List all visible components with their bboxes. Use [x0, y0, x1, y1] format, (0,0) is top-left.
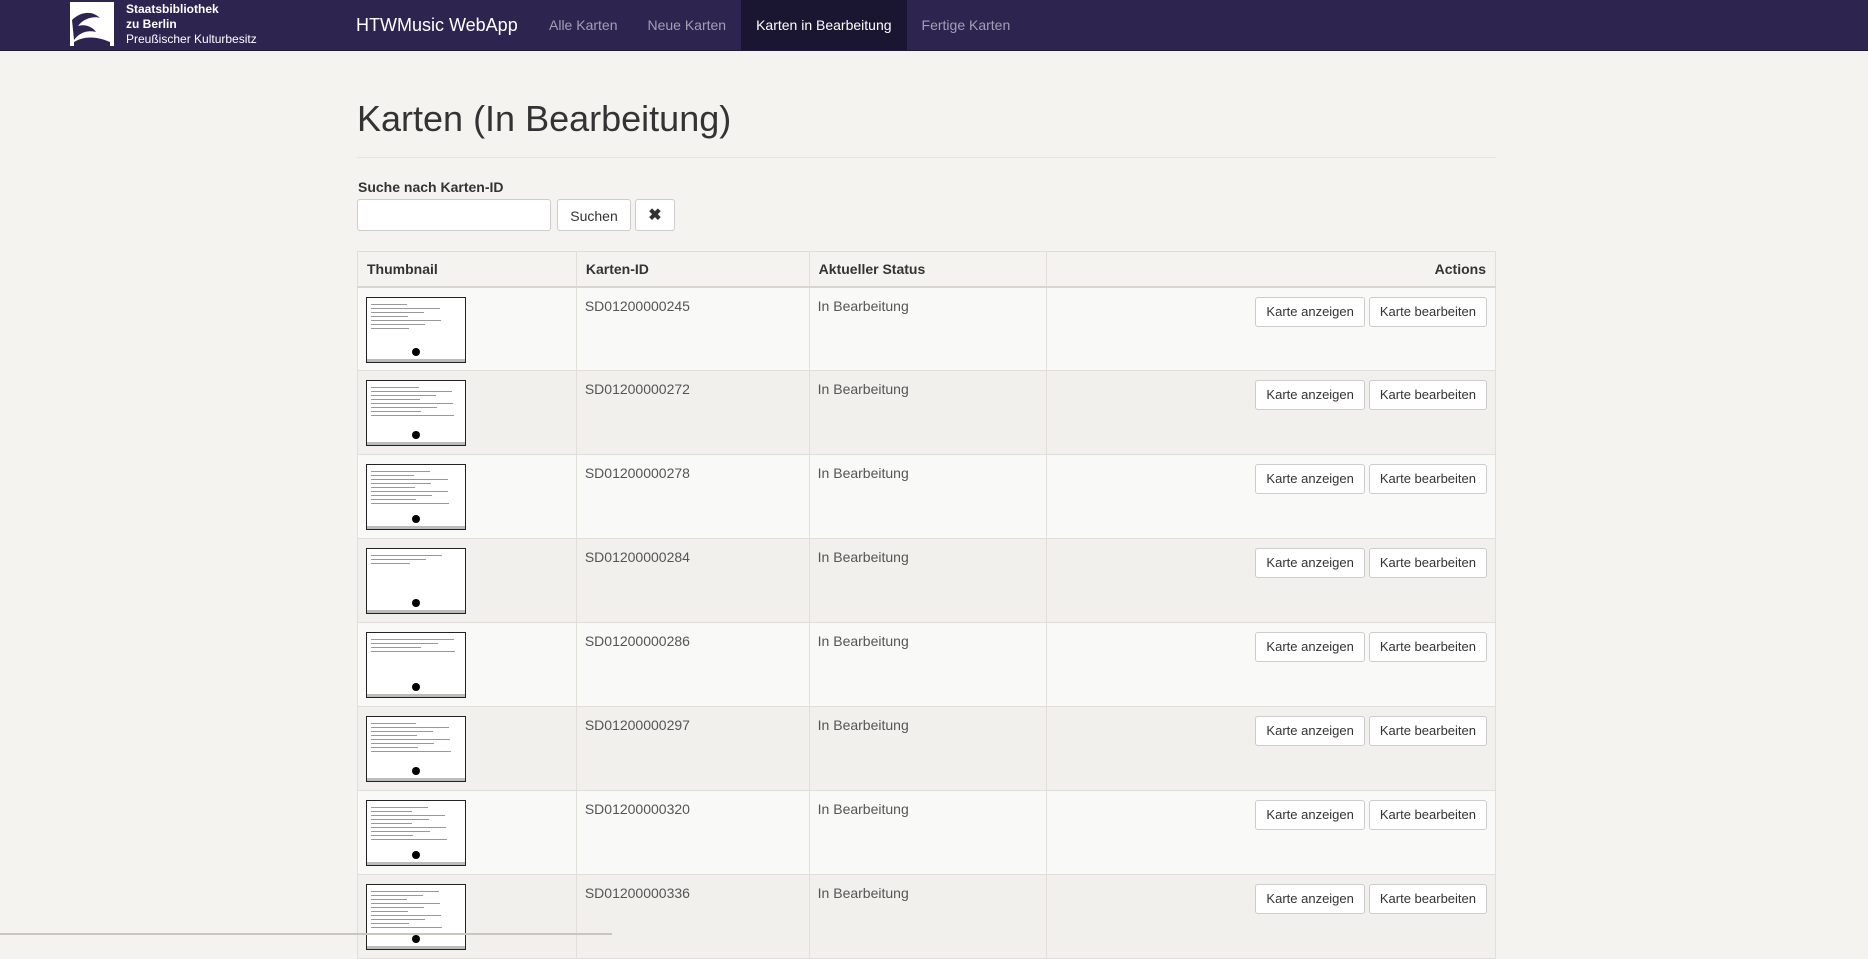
actions-cell: Karte anzeigen Karte bearbeiten	[1046, 286, 1496, 371]
table-row: SD01200000272 In Bearbeitung Karte anzeige…	[357, 370, 1496, 455]
view-card-button[interactable]: Karte anzeigen	[1255, 464, 1365, 494]
nav-item-alle-karten[interactable]: Alle Karten	[534, 0, 632, 50]
thumbnail-cell	[357, 370, 577, 455]
card-thumbnail[interactable]	[366, 548, 466, 614]
eagle-logo-icon	[70, 2, 114, 46]
card-id-cell: SD01200000272	[575, 370, 810, 455]
card-thumbnail[interactable]	[366, 380, 466, 446]
logo-line-3: Preußischer Kulturbesitz	[126, 31, 257, 46]
edit-card-button[interactable]: Karte bearbeiten	[1368, 884, 1487, 914]
view-card-button[interactable]: Karte anzeigen	[1255, 296, 1365, 327]
card-id-cell: SD01200000286	[575, 622, 810, 707]
thumbnail-cell	[357, 538, 577, 623]
card-thumbnail[interactable]	[366, 632, 466, 698]
actions-cell: Karte anzeigen Karte bearbeiten	[1046, 790, 1496, 875]
clear-search-button[interactable]: ✖	[635, 199, 675, 231]
card-status-cell: In Bearbeitung	[808, 370, 1048, 455]
edit-card-button[interactable]: Karte bearbeiten	[1368, 632, 1487, 662]
main-nav: Alle Karten Neue Karten Karten in Bearbe…	[534, 0, 1025, 50]
table-row: SD01200000284 In Bearbeitung Karte anzeige…	[357, 538, 1496, 623]
table-row: SD01200000286 In Bearbeitung Karte anzeige…	[357, 622, 1496, 707]
table-row: SD01200000278 In Bearbeitung Karte anzeige…	[357, 454, 1496, 539]
edit-card-button[interactable]: Karte bearbeiten	[1368, 464, 1487, 494]
card-status-cell: In Bearbeitung	[808, 790, 1048, 875]
search-button[interactable]: Suchen	[557, 199, 631, 231]
thumbnail-cell	[357, 454, 577, 539]
nav-item-neue-karten[interactable]: Neue Karten	[632, 0, 741, 50]
view-card-button[interactable]: Karte anzeigen	[1255, 884, 1365, 914]
card-status-cell: In Bearbeitung	[808, 538, 1048, 623]
thumbnail-cell	[357, 706, 577, 791]
logo-line-1: Staatsbibliothek	[126, 1, 219, 16]
page-title: Karten (In Bearbeitung)	[357, 98, 732, 139]
edit-card-button[interactable]: Karte bearbeiten	[1368, 548, 1487, 578]
table-header-row: Thumbnail Karten-ID Aktueller Status Act…	[357, 251, 1496, 288]
view-card-button[interactable]: Karte anzeigen	[1255, 800, 1365, 830]
thumbnail-cell	[357, 874, 577, 959]
view-card-button[interactable]: Karte anzeigen	[1255, 548, 1365, 578]
card-id-cell: SD01200000297	[575, 706, 810, 791]
thumbnail-cell	[357, 286, 577, 371]
card-thumbnail[interactable]	[366, 296, 466, 363]
logo-text: Staatsbibliothek zu Berlin Preußischer K…	[126, 2, 257, 47]
actions-cell: Karte anzeigen Karte bearbeiten	[1046, 874, 1496, 959]
library-logo[interactable]: Staatsbibliothek zu Berlin Preußischer K…	[70, 1, 272, 47]
card-status-cell: In Bearbeitung	[808, 874, 1048, 959]
brand-link[interactable]: HTWMusic WebApp	[356, 0, 518, 50]
view-card-button[interactable]: Karte anzeigen	[1255, 632, 1365, 662]
cards-table: Thumbnail Karten-ID Aktueller Status Act…	[357, 251, 1496, 959]
edit-card-button[interactable]: Karte bearbeiten	[1368, 716, 1487, 746]
card-thumbnail[interactable]	[366, 716, 466, 782]
header-karten-id: Karten-ID	[575, 251, 810, 288]
edit-card-button[interactable]: Karte bearbeiten	[1368, 800, 1487, 830]
header-thumbnail: Thumbnail	[357, 251, 577, 288]
thumbnail-cell	[357, 790, 577, 875]
header-actions: Actions	[1046, 251, 1496, 288]
card-thumbnail[interactable]	[366, 464, 466, 530]
card-thumbnail[interactable]	[366, 800, 466, 866]
title-divider	[357, 157, 1496, 158]
view-card-button[interactable]: Karte anzeigen	[1255, 716, 1365, 746]
close-icon: ✖	[648, 207, 662, 224]
actions-cell: Karte anzeigen Karte bearbeiten	[1046, 370, 1496, 455]
table-row: SD01200000297 In Bearbeitung Karte anzeige…	[357, 706, 1496, 791]
card-id-cell: SD01200000245	[575, 286, 810, 371]
actions-cell: Karte anzeigen Karte bearbeiten	[1046, 622, 1496, 707]
top-navbar: Staatsbibliothek zu Berlin Preußischer K…	[0, 0, 1868, 51]
card-status-cell: In Bearbeitung	[808, 706, 1048, 791]
edit-card-button[interactable]: Karte bearbeiten	[1368, 296, 1487, 327]
actions-cell: Karte anzeigen Karte bearbeiten	[1046, 538, 1496, 623]
card-id-cell: SD01200000320	[575, 790, 810, 875]
header-status: Aktueller Status	[808, 251, 1048, 288]
search-label: Suche nach Karten-ID	[358, 179, 504, 195]
card-id-cell: SD01200000278	[575, 454, 810, 539]
table-body: SD01200000245 In Bearbeitung Karte anzeige…	[357, 286, 1496, 959]
card-status-cell: In Bearbeitung	[808, 454, 1048, 539]
nav-item-karten-in-bearbeitung[interactable]: Karten in Bearbeitung	[741, 0, 907, 50]
table-row: SD01200000336 In Bearbeitung Karte anzeige…	[357, 874, 1496, 959]
thumbnail-cell	[357, 622, 577, 707]
card-thumbnail[interactable]	[366, 884, 466, 950]
table-row: SD01200000320 In Bearbeitung Karte anzeige…	[357, 790, 1496, 875]
search-input[interactable]	[357, 199, 551, 231]
table-row: SD01200000245 In Bearbeitung Karte anzeige…	[357, 286, 1496, 371]
view-card-button[interactable]: Karte anzeigen	[1255, 380, 1365, 410]
card-status-cell: In Bearbeitung	[808, 286, 1048, 371]
actions-cell: Karte anzeigen Karte bearbeiten	[1046, 454, 1496, 539]
nav-item-fertige-karten[interactable]: Fertige Karten	[907, 0, 1026, 50]
logo-line-2: zu Berlin	[126, 16, 177, 31]
card-id-cell: SD01200000336	[575, 874, 810, 959]
actions-cell: Karte anzeigen Karte bearbeiten	[1046, 706, 1496, 791]
card-status-cell: In Bearbeitung	[808, 622, 1048, 707]
card-id-cell: SD01200000284	[575, 538, 810, 623]
edit-card-button[interactable]: Karte bearbeiten	[1368, 380, 1487, 410]
